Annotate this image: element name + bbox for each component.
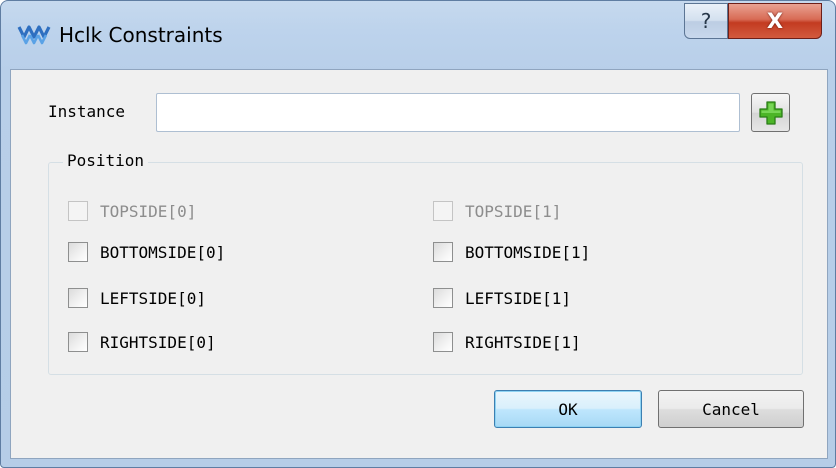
help-icon: ?	[700, 9, 712, 33]
checkbox-label: TOPSIDE[0]	[100, 201, 197, 221]
instance-input[interactable]	[156, 93, 740, 132]
plus-icon	[758, 100, 783, 125]
window-title: Hclk Constraints	[59, 23, 223, 47]
position-group-title: Position	[63, 151, 149, 170]
checkbox-label: TOPSIDE[1]	[465, 201, 562, 221]
checkbox-label: LEFTSIDE[1]	[465, 288, 571, 308]
checkbox-box[interactable]	[68, 332, 88, 352]
checkbox-label: RIGHTSIDE[0]	[100, 332, 216, 352]
checkbox-label: RIGHTSIDE[1]	[465, 332, 581, 352]
checkbox-topside-1[interactable]: TOPSIDE[1]	[433, 201, 561, 221]
checkbox-bottomside-0[interactable]: BOTTOMSIDE[0]	[68, 242, 225, 262]
close-button[interactable]: X	[728, 3, 822, 39]
checkbox-leftside-0[interactable]: LEFTSIDE[0]	[68, 288, 206, 308]
dialog-body: Instance Position TOPSIDE[0] TOPSIDE[1] …	[10, 69, 828, 459]
checkbox-box[interactable]	[68, 242, 88, 262]
dialog-window: Hclk Constraints ? X Instance Position T…	[0, 0, 836, 468]
instance-label: Instance	[48, 102, 126, 121]
ok-button[interactable]: OK	[494, 390, 642, 428]
checkbox-box[interactable]	[433, 332, 453, 352]
checkbox-leftside-1[interactable]: LEFTSIDE[1]	[433, 288, 571, 308]
checkbox-label: LEFTSIDE[0]	[100, 288, 206, 308]
help-button[interactable]: ?	[684, 3, 728, 39]
checkbox-bottomside-1[interactable]: BOTTOMSIDE[1]	[433, 242, 590, 262]
cancel-button[interactable]: Cancel	[658, 390, 804, 428]
app-logo-icon	[17, 25, 51, 45]
checkbox-box[interactable]	[68, 201, 88, 221]
add-instance-button[interactable]	[751, 93, 790, 132]
checkbox-topside-0[interactable]: TOPSIDE[0]	[68, 201, 196, 221]
checkbox-label: BOTTOMSIDE[0]	[100, 242, 226, 262]
checkbox-rightside-0[interactable]: RIGHTSIDE[0]	[68, 332, 216, 352]
close-icon: X	[766, 9, 784, 33]
checkbox-box[interactable]	[433, 201, 453, 221]
checkbox-box[interactable]	[68, 288, 88, 308]
checkbox-rightside-1[interactable]: RIGHTSIDE[1]	[433, 332, 581, 352]
checkbox-box[interactable]	[433, 242, 453, 262]
checkbox-box[interactable]	[433, 288, 453, 308]
checkbox-label: BOTTOMSIDE[1]	[465, 242, 591, 262]
